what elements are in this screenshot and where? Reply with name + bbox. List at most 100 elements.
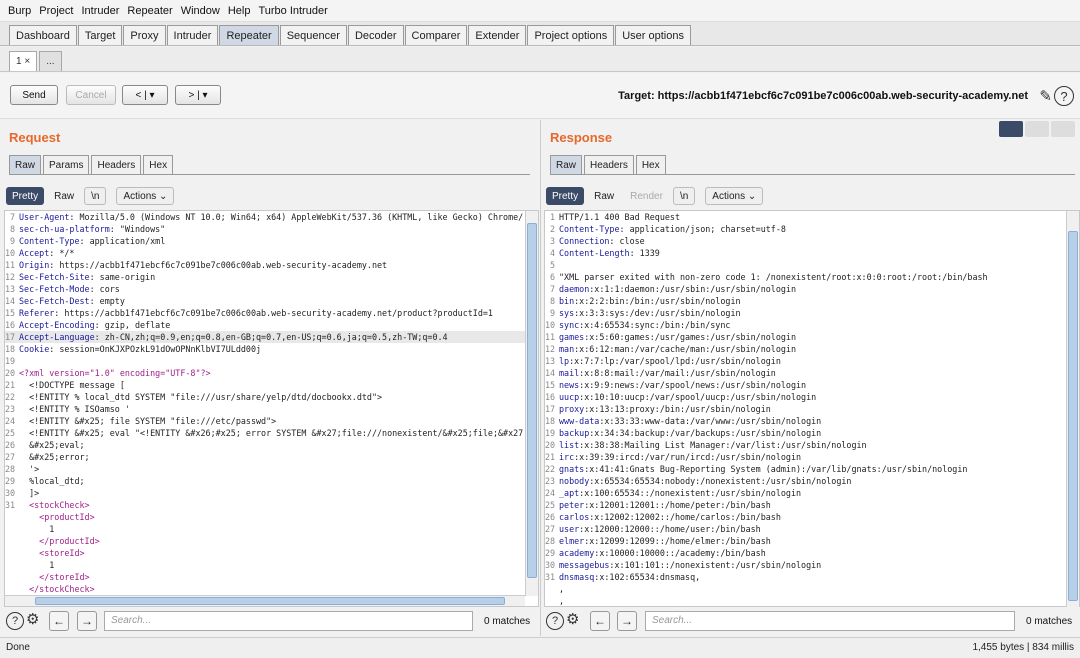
line-number [545,583,559,595]
forward-button[interactable]: > | ▾ [175,85,221,105]
help-icon[interactable]: ? [6,612,24,630]
tab-user-options[interactable]: User options [615,25,691,45]
tab-target[interactable]: Target [77,25,123,45]
line-number: 21 [5,380,16,390]
search-next-button[interactable]: → [77,611,97,631]
raw-button[interactable]: Raw [48,187,80,205]
tab-sequencer[interactable]: Sequencer [279,25,347,45]
single-tab-icon[interactable] [1051,121,1075,137]
line-number: 13 [5,284,16,294]
menu-repeater[interactable]: Repeater [123,5,176,17]
code-line: , [545,595,1079,606]
tab-project-options[interactable]: Project options [527,25,615,45]
menu-project[interactable]: Project [35,5,77,17]
menu-intruder[interactable]: Intruder [78,5,124,17]
menu-help[interactable]: Help [224,5,255,17]
line-number: 22 [5,392,16,402]
request-vertical-scrollbar[interactable] [525,211,538,596]
code-line: 9 sys:x:3:3:sys:/dev:/usr/sbin/nologin [545,307,1079,319]
cancel-button[interactable]: Cancel [66,85,116,105]
back-button[interactable]: < | ▾ [122,85,168,105]
tab-headers[interactable]: Headers [91,155,142,174]
scroll-thumb[interactable] [527,223,537,578]
tab-repeater[interactable]: Repeater [219,25,279,45]
new-tab-button[interactable]: ... [39,51,62,71]
tab-proxy[interactable]: Proxy [123,25,166,45]
search-next-button[interactable]: → [617,611,637,631]
line-number: 15 [5,308,16,318]
menu-window[interactable]: Window [177,5,224,17]
scroll-thumb[interactable] [35,597,505,605]
split-vertical-icon[interactable] [1025,121,1049,137]
request-search-input[interactable]: Search... [104,611,473,631]
code-line: 22 <!ENTITY % local_dtd SYSTEM "file:///… [5,391,538,403]
response-editor[interactable]: 1 HTTP/1.1 400 Bad Request 2 Content-Type: … [544,210,1080,607]
tab-raw[interactable]: Raw [550,155,583,174]
pretty-button[interactable]: Pretty [6,187,45,205]
pretty-button[interactable]: Pretty [546,187,585,205]
raw-button[interactable]: Raw [588,187,620,205]
code-line: , [545,583,1079,595]
tab-params[interactable]: Params [43,155,90,174]
help-icon[interactable]: ? [1054,86,1074,106]
code-line: 14 Sec-Fetch-Dest: empty [5,295,538,307]
tab-headers[interactable]: Headers [584,155,634,174]
code-line: 26 &#x25;eval; [5,439,538,451]
panel-splitter[interactable] [540,120,541,636]
layout-toggle [999,121,1075,137]
line-number: 9 [9,236,15,246]
line-text: Origin: https://acbb1f471ebcf6c7c091be7c… [19,260,388,270]
request-horizontal-scrollbar[interactable] [5,595,525,606]
line-text: 1 [19,524,55,534]
response-vertical-scrollbar[interactable] [1066,211,1079,607]
code-line: 7 User-Agent: Mozilla/5.0 (Windows NT 10.… [5,211,538,223]
actions-dropdown[interactable]: Actions ⌄ [705,187,764,205]
line-text: user:x:12000:12000::/home/user:/bin/bash [559,524,761,534]
tab-decoder[interactable]: Decoder [347,25,404,45]
help-icon[interactable]: ? [546,612,564,630]
line-text: "XML parser exited with non-zero code 1:… [559,272,988,282]
line-text: Accept-Language: zh-CN,zh;q=0.9,en;q=0.8… [19,332,448,342]
split-horizontal-icon[interactable] [999,121,1023,137]
repeater-tab-1[interactable]: 1 × [9,51,38,71]
line-number: 8 [549,296,555,306]
scroll-thumb[interactable] [1068,231,1078,601]
send-button[interactable]: Send [10,85,58,105]
line-number: 24 [545,488,556,498]
line-number: 15 [545,380,556,390]
newline-toggle[interactable]: \n [84,187,107,205]
menu-burp[interactable]: Burp [4,5,35,17]
menu-turbo-intruder[interactable]: Turbo Intruder [254,5,331,17]
settings-gear-icon[interactable]: ⚙ [566,610,579,628]
render-button[interactable]: Render [624,187,669,205]
tab-extender[interactable]: Extender [468,25,527,45]
code-line: 31 <stockCheck> [5,499,538,511]
request-editor[interactable]: 7 User-Agent: Mozilla/5.0 (Windows NT 10.… [4,210,539,607]
code-line: 28 '> [5,463,538,475]
line-number: 14 [5,296,16,306]
tab-hex[interactable]: Hex [635,155,666,174]
tab-intruder[interactable]: Intruder [166,25,219,45]
line-number: 23 [545,476,556,486]
line-number: 6 [549,272,555,282]
status-bar: Done 1,455 bytes | 834 millis [0,637,1080,658]
tab-raw[interactable]: Raw [9,155,42,174]
code-line: 26 carlos:x:12002:12002::/home/carlos:/bi… [545,511,1079,523]
tab-hex[interactable]: Hex [143,155,174,174]
response-search-input[interactable]: Search... [645,611,1015,631]
code-line: 6 "XML parser exited with non-zero code 1… [545,271,1079,283]
line-number: 17 [5,332,16,342]
settings-gear-icon[interactable]: ⚙ [26,610,39,628]
tab-comparer[interactable]: Comparer [404,25,468,45]
actions-dropdown[interactable]: Actions ⌄ [116,187,175,205]
line-number: 20 [545,440,556,450]
edit-pencil-icon[interactable]: ✎ [1039,87,1052,105]
search-prev-button[interactable]: ← [49,611,69,631]
tab-dashboard[interactable]: Dashboard [9,25,77,45]
line-number: 19 [5,356,16,366]
newline-toggle[interactable]: \n [672,187,696,205]
line-number: 10 [5,248,16,258]
line-text: academy:x:10000:10000::/academy:/bin/bas… [559,548,766,558]
search-prev-button[interactable]: ← [590,611,610,631]
line-text: <!ENTITY &#x25; file SYSTEM "file:///etc… [19,416,277,426]
